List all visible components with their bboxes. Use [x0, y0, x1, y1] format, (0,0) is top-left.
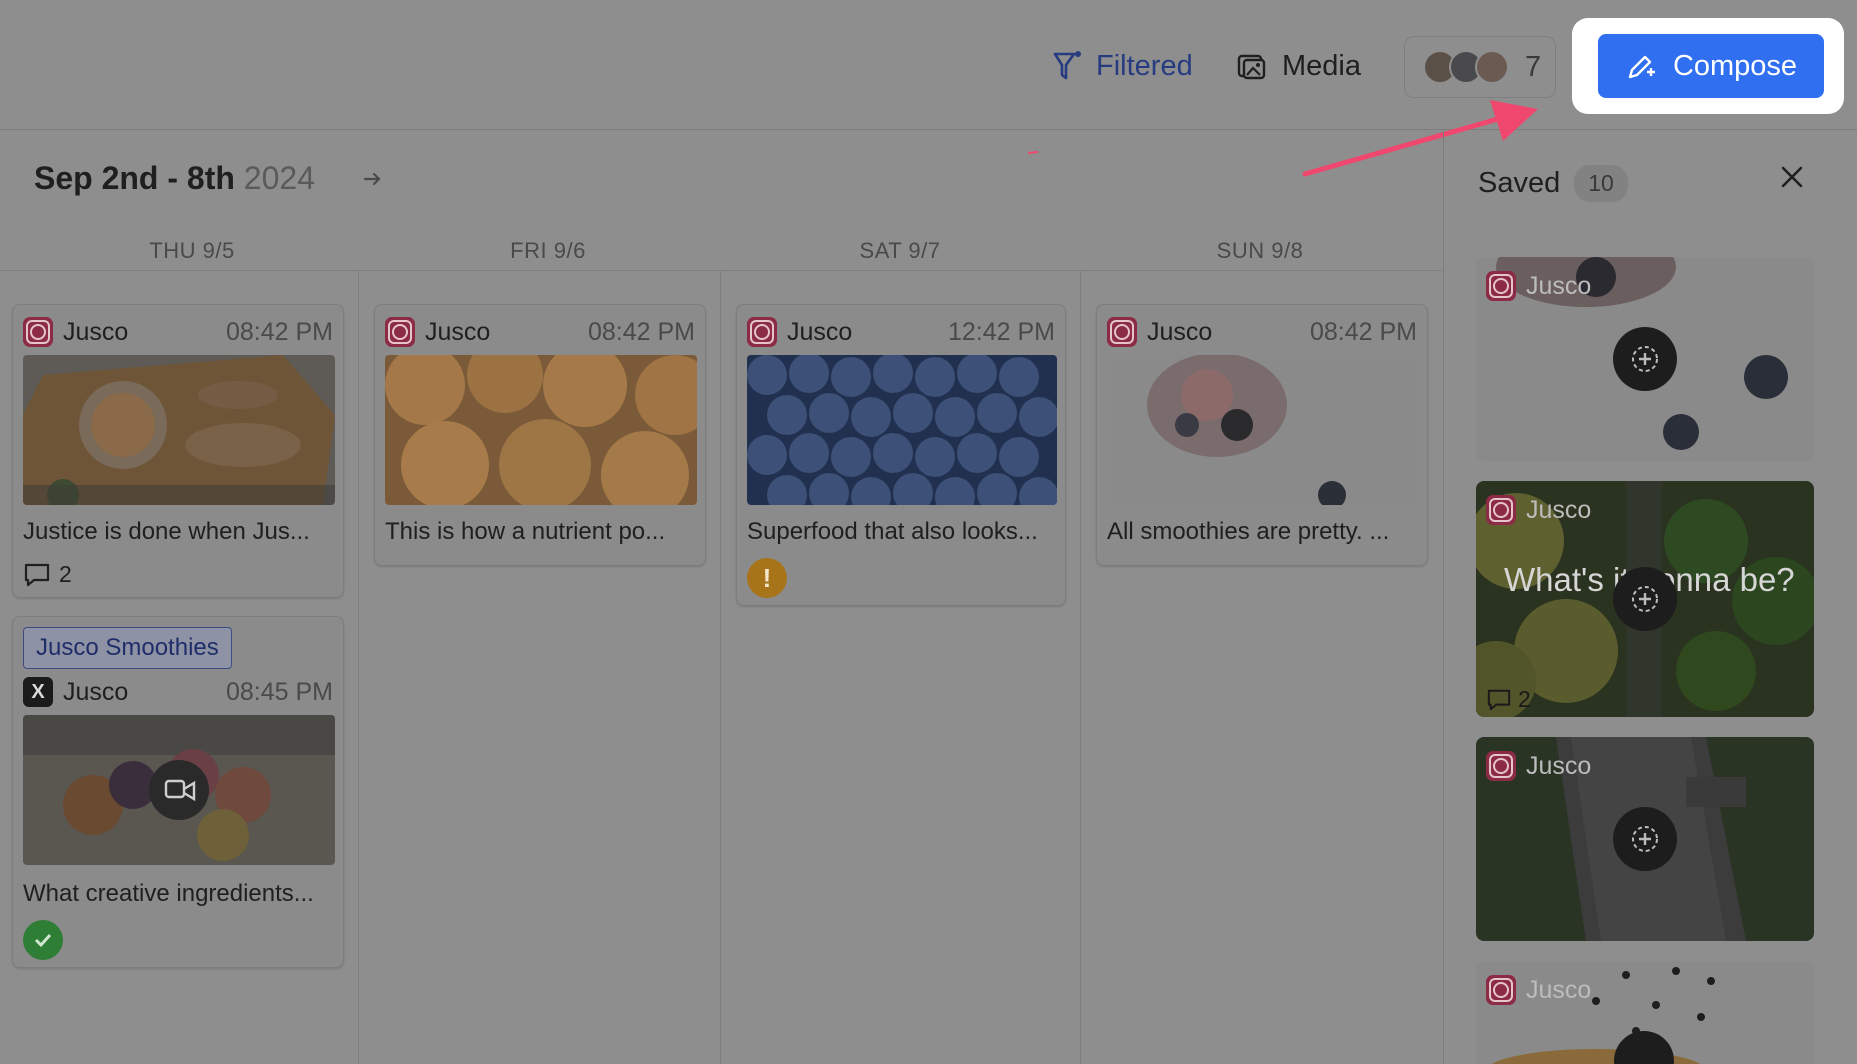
column-divider	[358, 271, 359, 1064]
add-circle-icon	[1632, 346, 1658, 372]
account-name: Jusco	[1526, 751, 1592, 780]
team-members-button[interactable]: 7	[1404, 36, 1556, 98]
post-time: 08:42 PM	[1309, 317, 1417, 346]
post-caption: Justice is done when Jus...	[23, 518, 310, 545]
filter-label: Filtered	[1096, 49, 1193, 82]
approved-status-icon	[23, 920, 63, 960]
post-image	[747, 355, 1057, 505]
saved-post-header: Jusco	[1486, 751, 1591, 781]
saved-post-card[interactable]: Jusco	[1476, 257, 1814, 461]
day-header-fri: FRI 9/6	[510, 238, 586, 263]
saved-title: Saved	[1478, 167, 1561, 199]
next-week-arrow-icon[interactable]	[362, 168, 384, 190]
post-caption: What creative ingredients...	[23, 880, 314, 907]
account-name: Jusco	[1526, 975, 1592, 1004]
account-name: Jusco	[1526, 271, 1592, 300]
post-caption: All smoothies are pretty. ...	[1107, 518, 1390, 545]
account-name: Jusco	[63, 317, 129, 346]
post-time: 12:42 PM	[947, 317, 1055, 346]
top-bar: Filtered Media 7 Compose	[0, 0, 1857, 130]
post-image	[23, 355, 335, 505]
post-time: 08:42 PM	[225, 317, 333, 346]
instagram-icon	[23, 317, 53, 347]
compose-highlight: Compose	[1572, 18, 1844, 114]
compose-button[interactable]: Compose	[1598, 34, 1824, 98]
instagram-icon	[1486, 751, 1516, 781]
post-card[interactable]: Jusco 12:42 PM Superfood that also looks…	[736, 304, 1066, 606]
post-caption: Superfood that also looks...	[747, 518, 1038, 545]
day-header-divider	[0, 270, 1443, 271]
saved-header: Saved 10	[1478, 165, 1628, 202]
add-to-calendar-button[interactable]	[1613, 567, 1677, 631]
date-range-label: Sep 2nd - 8th	[34, 160, 235, 196]
member-count: 7	[1525, 50, 1542, 83]
saved-post-card[interactable]: Jusco What's it gonna be? 2	[1476, 481, 1814, 717]
column-divider	[1080, 271, 1081, 1064]
comment-icon	[1487, 689, 1511, 710]
day-header-thu: THU 9/5	[149, 238, 235, 263]
post-caption: This is how a nutrient po...	[385, 518, 666, 545]
post-card[interactable]: Jusco 08:42 PM All smoothies are pretty.…	[1096, 304, 1428, 566]
column-divider	[720, 271, 721, 1064]
close-icon[interactable]	[1779, 164, 1805, 190]
comment-count-value: 2	[59, 561, 72, 587]
filter-button[interactable]: Filtered	[1052, 44, 1193, 88]
saved-post-header: Jusco	[1486, 975, 1591, 1005]
instagram-icon	[747, 317, 777, 347]
media-icon	[1237, 54, 1266, 80]
account-name: Jusco	[1526, 495, 1592, 524]
pencil-plus-icon	[1628, 55, 1655, 79]
instagram-icon	[1486, 975, 1516, 1005]
comment-icon	[24, 563, 50, 586]
date-range-year: 2024	[243, 160, 315, 196]
post-image	[385, 355, 697, 505]
account-name: Jusco	[425, 317, 491, 346]
account-name: Jusco	[1147, 317, 1213, 346]
post-header: X Jusco 08:45 PM	[23, 675, 333, 709]
saved-post-card[interactable]: Jusco	[1476, 737, 1814, 941]
comment-count[interactable]: 2	[1486, 686, 1531, 713]
instagram-icon	[1107, 317, 1137, 347]
instagram-icon	[1486, 495, 1516, 525]
campaign-tag[interactable]: Jusco Smoothies	[23, 627, 232, 669]
comment-count-value: 2	[1518, 686, 1531, 712]
saved-post-card[interactable]: Jusco	[1476, 961, 1814, 1064]
warning-icon: !	[747, 558, 787, 598]
account-name: Jusco	[787, 317, 853, 346]
post-card[interactable]: Jusco 08:42 PM Justice is done when Jus.…	[12, 304, 344, 598]
add-circle-icon	[1632, 826, 1658, 852]
add-circle-icon	[1632, 586, 1658, 612]
post-header: Jusco 08:42 PM	[23, 315, 333, 349]
post-time: 08:45 PM	[225, 677, 333, 706]
media-label: Media	[1282, 49, 1361, 82]
compose-label: Compose	[1672, 49, 1798, 82]
day-header-sun: SUN 9/8	[1216, 238, 1304, 263]
instagram-icon	[385, 317, 415, 347]
day-header-sat: SAT 9/7	[859, 238, 941, 263]
account-name: Jusco	[63, 677, 129, 706]
post-card[interactable]: Jusco Smoothies X Jusco 08:45 PM What cr…	[12, 616, 344, 968]
x-icon: X	[23, 677, 53, 707]
saved-count-badge: 10	[1574, 165, 1628, 202]
post-header: Jusco 08:42 PM	[385, 315, 695, 349]
add-to-calendar-button[interactable]	[1613, 327, 1677, 391]
avatar	[1475, 50, 1509, 84]
post-time: 08:42 PM	[587, 317, 695, 346]
comment-count[interactable]: 2	[23, 561, 72, 588]
saved-post-header: Jusco	[1486, 271, 1591, 301]
post-card[interactable]: Jusco 08:42 PM This is how a nutrient po…	[374, 304, 706, 566]
post-image	[23, 715, 335, 865]
date-range-title: Sep 2nd - 8th 2024	[34, 160, 315, 197]
post-header: Jusco 08:42 PM	[1107, 315, 1417, 349]
filter-icon	[1053, 51, 1081, 80]
instagram-icon	[1486, 271, 1516, 301]
saved-post-header: Jusco	[1486, 495, 1591, 525]
add-to-calendar-button[interactable]	[1613, 807, 1677, 871]
post-header: Jusco 12:42 PM	[747, 315, 1055, 349]
post-image	[1107, 355, 1419, 505]
media-button[interactable]: Media	[1236, 44, 1361, 88]
saved-panel: Saved 10 Jusco Jusco What's gonna be? 2 …	[1443, 131, 1857, 1064]
